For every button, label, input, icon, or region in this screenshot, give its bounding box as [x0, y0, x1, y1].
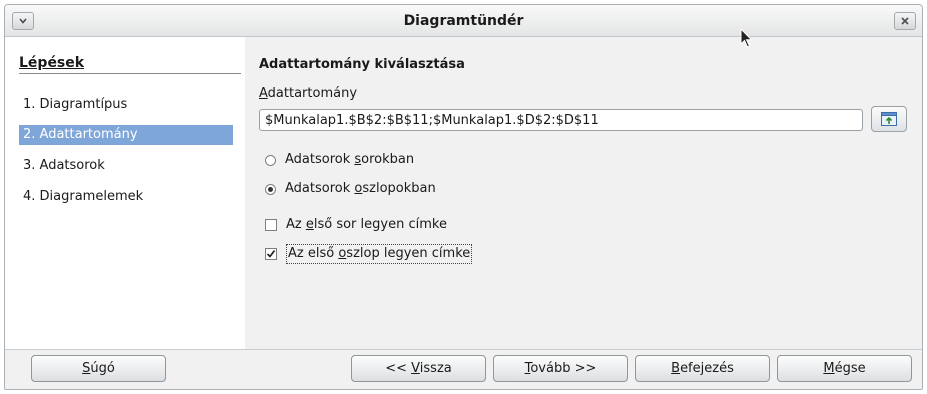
step-chart-type[interactable]: 1. Diagramtípus [19, 95, 233, 115]
back-button[interactable]: << Vissza [351, 355, 486, 382]
data-range-label-rest: dattartomány [267, 86, 358, 101]
shrink-range-icon [881, 112, 897, 126]
help-rest: úgó [90, 361, 115, 376]
first-row-mnemonic: e [305, 217, 314, 232]
next-rest: ovább >> [530, 361, 597, 376]
radio-series-in-columns[interactable]: Adatsorok oszlopokban [265, 180, 436, 198]
first-col-pre: Az első [288, 246, 339, 261]
step-chart-elements[interactable]: 4. Diagramelemek [19, 187, 233, 207]
radio-cols-label: Adatsorok oszlopokban [285, 180, 436, 198]
first-col-label: Az első oszlop legyen címke [286, 244, 473, 264]
checkbox-box[interactable] [265, 219, 277, 231]
first-row-pre: Az [286, 217, 306, 232]
radio-circle[interactable] [265, 154, 276, 166]
radio-cols-rest: szlopokban [362, 181, 436, 196]
checkbox-first-column-label[interactable]: Az első oszlop legyen címke [265, 244, 473, 264]
steps-sidebar: Lépések 1. Diagramtípus 2. Adattartomány… [5, 37, 245, 349]
panel-heading: Adattartomány kiválasztása [259, 57, 465, 72]
first-row-label: Az első sor legyen címke [286, 216, 447, 234]
checkmark-icon [266, 249, 276, 258]
data-range-label: Adattartomány [259, 86, 357, 101]
cancel-rest: égse [834, 361, 866, 376]
checkbox-first-row-label[interactable]: Az első sor legyen címke [265, 216, 447, 234]
step-data-series[interactable]: 3. Adatsorok [19, 156, 233, 176]
radio-circle-selected[interactable] [265, 183, 276, 195]
radio-series-in-rows[interactable]: Adatsorok sorokban [265, 151, 414, 169]
finish-button[interactable]: Befejezés [635, 355, 770, 382]
back-mnemonic: V [411, 361, 420, 376]
help-button[interactable]: Súgó [31, 355, 166, 382]
title-bar: Diagramtündér [5, 5, 922, 37]
first-row-rest: lső sor legyen címke [313, 217, 447, 232]
back-rest: issza [419, 361, 452, 376]
finish-rest: efejezés [680, 361, 734, 376]
radio-rows-pre: Adatsorok [285, 152, 355, 167]
steps-title: Lépések [19, 55, 85, 71]
close-icon [901, 17, 909, 25]
first-col-rest: szlop legyen címke [346, 246, 471, 261]
data-range-input[interactable] [259, 109, 863, 131]
checkbox-box-checked[interactable] [265, 248, 277, 260]
footer-divider [5, 349, 922, 350]
window-title: Diagramtündér [403, 13, 524, 29]
step-data-range[interactable]: 2. Adattartomány [19, 125, 233, 145]
data-range-label-mnemonic: A [259, 86, 268, 101]
mouse-pointer-icon [740, 28, 753, 48]
cancel-mnemonic: M [823, 361, 835, 376]
main-panel: Adattartomány kiválasztása Adattartomány… [245, 37, 922, 349]
back-pre: << [385, 361, 412, 376]
finish-mnemonic: B [671, 361, 681, 376]
next-button[interactable]: Tovább >> [493, 355, 628, 382]
chart-wizard-dialog: Diagramtündér Lépések 1. Diagramtípus 2.… [4, 4, 923, 390]
cancel-button[interactable]: Mégse [777, 355, 912, 382]
steps-divider [19, 73, 241, 74]
radio-cols-pre: Adatsorok [285, 181, 355, 196]
radio-rows-label: Adatsorok sorokban [285, 151, 414, 169]
radio-rows-rest: orokban [361, 152, 415, 167]
select-range-button[interactable] [871, 106, 907, 132]
close-button[interactable] [894, 12, 916, 30]
